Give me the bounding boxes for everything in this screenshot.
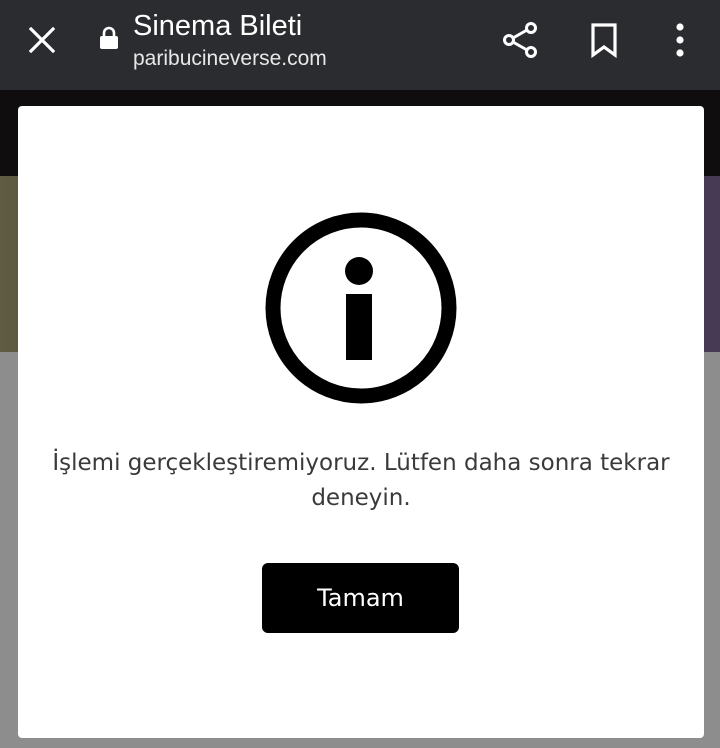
info-icon	[263, 210, 459, 406]
dialog-message: İşlemi gerçekleştiremiyoruz. Lütfen daha…	[52, 450, 670, 511]
page-title: Sinema Bileti	[133, 10, 303, 42]
browser-toolbar: Sinema Bileti paribucineverse.com	[0, 0, 720, 90]
more-vertical-icon[interactable]	[659, 19, 701, 61]
ok-button[interactable]: Tamam	[262, 563, 459, 633]
close-icon[interactable]	[22, 20, 62, 60]
alert-dialog: İşlemi gerçekleştiremiyoruz. Lütfen daha…	[18, 106, 704, 738]
page-url[interactable]: paribucineverse.com	[133, 46, 327, 72]
share-icon[interactable]	[499, 19, 541, 61]
lock-icon	[99, 26, 119, 50]
bookmark-icon[interactable]	[583, 19, 625, 61]
